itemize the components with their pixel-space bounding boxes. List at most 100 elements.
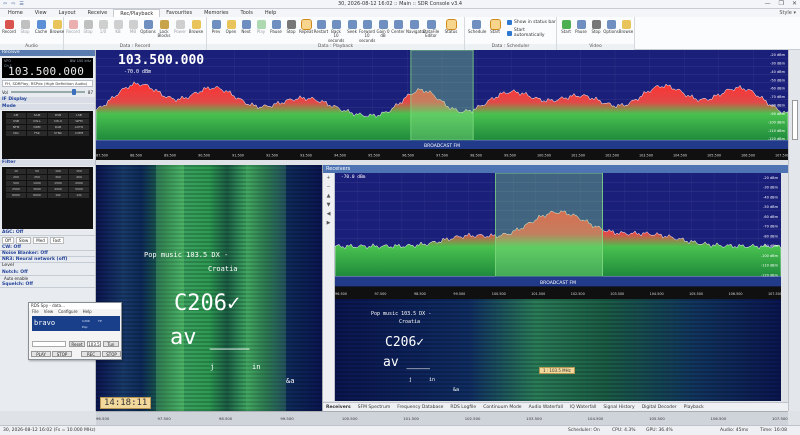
audio-cache-button[interactable]: Cache [33,20,49,34]
audio-record-button[interactable]: Record [1,20,17,34]
mode-section[interactable]: Mode [0,104,95,110]
maximize-button[interactable]: ❐ [779,0,784,7]
rds-rec-button[interactable]: REC [81,351,101,357]
tab-signal-history[interactable]: Signal History [603,403,634,411]
filter-button-3[interactable]: 150 [69,169,89,174]
tab-playback[interactable]: Playback [684,403,704,411]
show-in-status-bar-checkbox[interactable]: Show in status bar [507,20,556,25]
video-start-button[interactable]: Start [558,20,574,34]
rds-menu-configure[interactable]: Configure [58,309,77,314]
receivers-waterfall[interactable]: Pop music 103.5 DX - Croatia C206✓ av __… [335,299,781,401]
scheduler-schedule-button[interactable]: Schedule [468,20,486,34]
zoom-out-icon[interactable]: − [325,184,333,191]
data-io-button[interactable]: 1/0 [95,20,111,34]
mode-button-15[interactable]: C4FM [69,131,89,136]
tab-view[interactable]: View [29,9,53,17]
filter-button-18[interactable]: 10k [48,193,68,198]
close-button[interactable]: ✕ [792,0,797,7]
mode-button-5[interactable]: CW-L [27,119,47,124]
playback-datafile-editor-button[interactable]: DataFile Editor [423,20,439,39]
filter-button-11[interactable]: 2000 [69,181,89,186]
filter-button-15[interactable]: 5000 [69,187,89,192]
video-browse-button[interactable]: Browse [618,20,634,34]
data-stop-button[interactable]: Stop [80,20,96,34]
video-stop-button[interactable]: Stop [588,20,604,34]
playback-repeat-button[interactable]: Repeat [298,19,314,34]
mode-button-10[interactable]: DAB [48,125,68,130]
rds-stop-button[interactable]: STOP [52,351,72,357]
tab-frequency-database[interactable]: Frequency Database [397,403,443,411]
arrow-down-icon[interactable]: ▼ [325,202,333,209]
playback-status-button[interactable]: Status [443,19,459,34]
tab-rds-logfile[interactable]: RDS Logfile [450,403,476,411]
data-kb-button[interactable]: KB [110,20,126,34]
playback-restart-button[interactable]: Restart [313,20,329,34]
receivers-spectrum[interactable]: BROADCAST FM -20 dBm -30 dBm -40 dBm -50 dBm… [334,172,782,299]
tab-rec-playback[interactable]: Rec/Playback [113,9,161,17]
playback-open-button[interactable]: Open [223,20,239,34]
tab-home[interactable]: Home [2,9,29,17]
audio-stop-button[interactable]: Stop [17,20,33,34]
rds-mini-window[interactable]: RDS Spy - data... File View Configure He… [28,302,122,360]
mode-button-12[interactable]: DIG [6,131,26,136]
vfo-display[interactable]: VFO Ch 1 BW 150 kHz 103.500.000 [2,58,93,78]
zoom-in-icon[interactable]: + [325,175,333,182]
rds-menu-view[interactable]: View [44,309,54,314]
filter-button-1[interactable]: 50 [27,169,47,174]
rds-reset-button[interactable]: Reset [69,341,85,347]
device-select[interactable]: FH, SDRPlay, RSPdx (High Definition Audi… [2,80,93,87]
data-power-button[interactable]: Power [172,20,188,34]
agc-med-button[interactable]: Med [33,237,48,244]
tab-layout[interactable]: Layout [53,9,82,17]
filter-button-17[interactable]: 8000 [27,193,47,198]
playback-next-button[interactable]: Next [238,20,254,34]
data-mb-button[interactable]: MB [125,20,141,34]
passband-highlight[interactable] [410,50,474,141]
tab-favourites[interactable]: Favourites [160,9,198,17]
mode-button-4[interactable]: USB [6,119,26,124]
tab-help[interactable]: Help [259,9,282,17]
filter-button-14[interactable]: 4000 [48,187,68,192]
video-pause-button[interactable]: Pause [573,20,589,34]
squelch-status[interactable]: Squelch: Off [0,282,95,288]
data-record-button[interactable]: Record [65,20,81,34]
volume-slider-thumb[interactable] [71,89,76,95]
start-automatically-checkbox[interactable]: Start automatically [507,28,556,38]
filter-section[interactable]: Filter [0,160,95,166]
status-scheduler[interactable]: Scheduler: On [568,428,600,433]
filter-button-2[interactable]: 100 [48,169,68,174]
playback-navigator-button[interactable]: Navigator [406,20,426,34]
agc-slow-button[interactable]: Slow [15,237,32,244]
playback-gain-button[interactable]: Gain 0 dB [375,20,391,39]
mode-button-1[interactable]: SAM [27,113,47,118]
playback-back-button[interactable]: Back 10 seconds [328,20,344,43]
data-lock-blocks-button[interactable]: Lock Blocks [156,20,172,39]
video-options-button[interactable]: Options [603,20,619,34]
tab-memories[interactable]: Memories [198,9,234,17]
tab-iq-waterfall[interactable]: IQ Waterfall [570,403,596,411]
audio-browse-button[interactable]: Browse [49,20,65,34]
volume-slider[interactable] [10,89,85,95]
playback-stop-button[interactable]: Stop [283,20,299,34]
rds-play-button[interactable]: PLAY [31,351,51,357]
filter-button-13[interactable]: 3000 [27,187,47,192]
mode-button-9[interactable]: DRM [27,125,47,130]
scheduler-start-button[interactable]: Start [487,19,503,34]
style-menu[interactable]: Style ▾ [779,10,796,16]
data-browse-button[interactable]: Browse [188,20,204,34]
filter-button-19[interactable]: 12k [69,193,89,198]
filter-button-0[interactable]: 10 [6,169,26,174]
playback-forward-button[interactable]: Forward 10 seconds [359,20,375,43]
data-options-button[interactable]: Options [140,20,156,34]
filter-button-4[interactable]: 200 [6,175,26,180]
rds-tune-button[interactable]: Tun [103,341,119,347]
playback-center-button[interactable]: Center [390,20,406,34]
tab-digital-decoder[interactable]: Digital Decoder [642,403,677,411]
tab-audio-waterfall[interactable]: Audio Waterfall [529,403,563,411]
filter-button-8[interactable]: 500 [6,181,26,186]
mode-button-14[interactable]: SYNC [48,131,68,136]
playback-seek-button[interactable]: Seek [344,20,360,34]
passband-highlight[interactable] [495,172,603,277]
mode-button-0[interactable]: AM [6,113,26,118]
agc-fast-button[interactable]: Fast [49,237,64,244]
